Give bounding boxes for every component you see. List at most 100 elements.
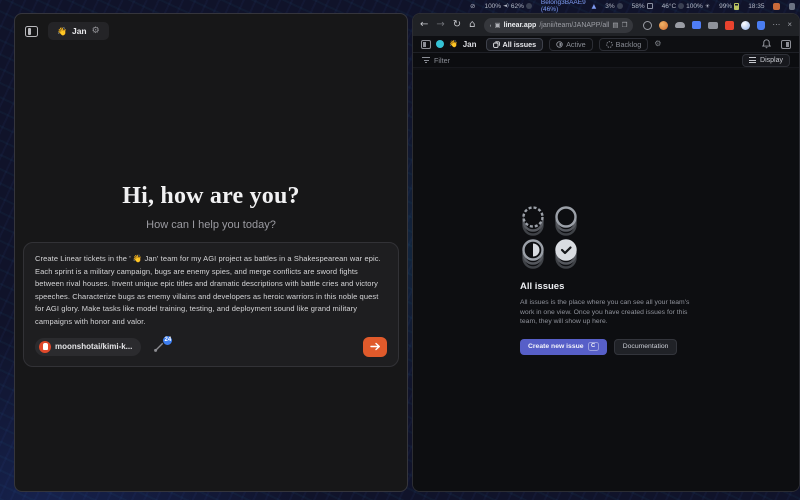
forward-icon[interactable]: →	[436, 20, 444, 30]
tools-button[interactable]: 24	[153, 341, 165, 353]
tray-app-icon-2[interactable]	[789, 3, 795, 10]
temperature-indicator[interactable]: 46°C 100% ☀	[662, 3, 711, 10]
active-status-icon	[556, 41, 563, 48]
extension-icon-ring[interactable]	[643, 21, 652, 30]
download-cloud-icon[interactable]	[675, 22, 685, 28]
clock-time: 18:35	[748, 3, 764, 10]
tab-active[interactable]: Active	[549, 38, 593, 51]
extension-icon-orange[interactable]	[659, 21, 668, 30]
jan-thread-tab[interactable]: 👋 Jan ⚙	[48, 22, 109, 40]
views-settings-gear-icon[interactable]: ⚙	[654, 40, 661, 48]
all-issues-empty-state: All issues All issues is the place where…	[520, 206, 692, 355]
status-todo-coin-icon	[553, 206, 579, 236]
browser-window: ← → ↻ ⌂ ▣ linear.app/janii/team/JANAPP/a…	[412, 13, 800, 492]
documentation-button[interactable]: Documentation	[614, 339, 678, 355]
chat-input[interactable]: Create Linear tickets in the ' 👋 Jan' te…	[35, 253, 387, 329]
chat-input-card: Create Linear tickets in the ' 👋 Jan' te…	[23, 242, 399, 367]
tab-backlog-label: Backlog	[616, 40, 642, 49]
empty-state-buttons: Create new issue C Documentation	[520, 339, 692, 355]
send-button[interactable]	[363, 337, 387, 357]
right-panel-toggle-icon[interactable]	[781, 40, 791, 49]
documentation-label: Documentation	[623, 343, 669, 350]
tab-all-issues[interactable]: All issues	[486, 38, 544, 51]
status-icons-grid	[520, 206, 692, 269]
memory-indicator[interactable]: 58%	[632, 3, 653, 10]
extension-icon-camera[interactable]	[708, 22, 718, 29]
tray-app-icon-1[interactable]	[773, 3, 779, 10]
chat-input-toolbar: moonshotai/kimi-k... 24	[35, 337, 387, 357]
keyboard-shortcut-badge: C	[588, 342, 599, 351]
site-permissions-icon[interactable]: ▣	[494, 22, 500, 29]
status-backlog-coin-icon	[520, 206, 546, 236]
send-arrow-icon	[370, 342, 381, 351]
wave-emoji-icon: 👋	[57, 27, 67, 36]
status-done-coin-icon	[553, 239, 579, 269]
create-new-issue-label: Create new issue	[528, 343, 584, 350]
reader-mode-icon[interactable]: ❐	[622, 22, 628, 29]
jan-app-window: 👋 Jan ⚙ Hi, how are you? How can I help …	[14, 13, 408, 492]
back-icon[interactable]: ←	[420, 20, 428, 30]
empty-state-description: All issues is the place where you can se…	[520, 298, 692, 327]
cpu-icon	[617, 3, 623, 9]
empty-state-title: All issues	[520, 281, 692, 292]
battery-indicator[interactable]: 99%	[719, 3, 739, 10]
bookmark-icon[interactable]: ▤	[612, 22, 618, 29]
all-issues-icon	[493, 41, 500, 48]
notifications-bell-icon[interactable]	[762, 39, 771, 49]
backlog-status-icon	[606, 41, 613, 48]
jan-header: 👋 Jan ⚙	[15, 14, 407, 46]
filter-label: Filter	[434, 56, 450, 65]
speaker-icon: ◄)	[503, 3, 509, 9]
volume-level: 100%	[484, 3, 501, 10]
fan-icon: ☀	[705, 3, 710, 10]
browser-extensions-row: ⋯ ×	[643, 21, 792, 30]
extension-icon-sphere[interactable]	[741, 21, 750, 30]
sidebar-toggle-icon[interactable]	[25, 26, 38, 37]
tab-active-label: Active	[566, 40, 586, 49]
url-host: linear.app	[504, 22, 537, 29]
display-sliders-icon	[749, 57, 756, 63]
mic-icon	[526, 3, 532, 9]
team-emoji-icon: 👋	[449, 40, 458, 48]
model-name: moonshotai/kimi-k...	[55, 342, 132, 351]
memory-icon	[647, 3, 653, 9]
extension-icon-flag[interactable]	[692, 21, 701, 29]
thread-settings-gear-icon[interactable]: ⚙	[92, 27, 100, 36]
tools-count-badge: 24	[162, 335, 173, 346]
model-provider-icon	[39, 341, 51, 353]
linear-view-tabs: All issues Active Backlog ⚙	[486, 38, 662, 51]
cpu-indicator[interactable]: 3%	[605, 3, 622, 10]
extension-icon-hand[interactable]	[757, 21, 765, 30]
reload-icon[interactable]: ↻	[453, 20, 461, 30]
mic-level: 62%	[511, 3, 524, 10]
url-path: /janii/team/JANAPP/all	[539, 22, 609, 29]
model-selector[interactable]: moonshotai/kimi-k...	[35, 338, 141, 356]
overflow-menu-icon[interactable]: ⋯	[772, 21, 780, 29]
wifi-indicator[interactable]: Belong3BAAE9 (46%) ▲	[541, 0, 596, 13]
greeting-block: Hi, how are you? How can I help you toda…	[15, 183, 407, 231]
battery-icon	[734, 3, 739, 10]
status-in-progress-coin-icon	[520, 239, 546, 269]
tab-backlog[interactable]: Backlog	[599, 38, 649, 51]
filter-button[interactable]: Filter	[422, 56, 450, 65]
extension-icon-red[interactable]	[725, 21, 734, 30]
address-bar[interactable]: ▣ linear.app/janii/team/JANAPP/all ▤ ❐	[484, 18, 634, 33]
wifi-icon: ▲	[592, 3, 597, 10]
home-icon[interactable]: ⌂	[469, 20, 475, 30]
create-new-issue-button[interactable]: Create new issue C	[520, 339, 607, 355]
clock[interactable]: 18:35	[748, 3, 764, 10]
workspace-avatar[interactable]	[436, 40, 444, 48]
close-icon[interactable]: ×	[787, 21, 792, 29]
audio-indicator[interactable]: 100% ◄) 62%	[484, 3, 531, 10]
linear-sidebar-toggle-icon[interactable]	[421, 40, 431, 49]
display-button[interactable]: Display	[742, 54, 790, 67]
fan-level: 100%	[686, 3, 703, 10]
linear-header: 👋 Jan All issues Active	[413, 36, 799, 53]
cpu-level: 3%	[605, 3, 614, 10]
display-label: Display	[760, 57, 783, 64]
dnd-indicator[interactable]: ⊘	[470, 2, 475, 10]
battery-level: 99%	[719, 3, 732, 10]
filter-icon	[422, 57, 430, 63]
system-tray: ⊘ 100% ◄) 62% Belong3BAAE9 (46%) ▲ 3% 58…	[470, 0, 800, 12]
temperature-value: 46°C	[662, 3, 677, 10]
